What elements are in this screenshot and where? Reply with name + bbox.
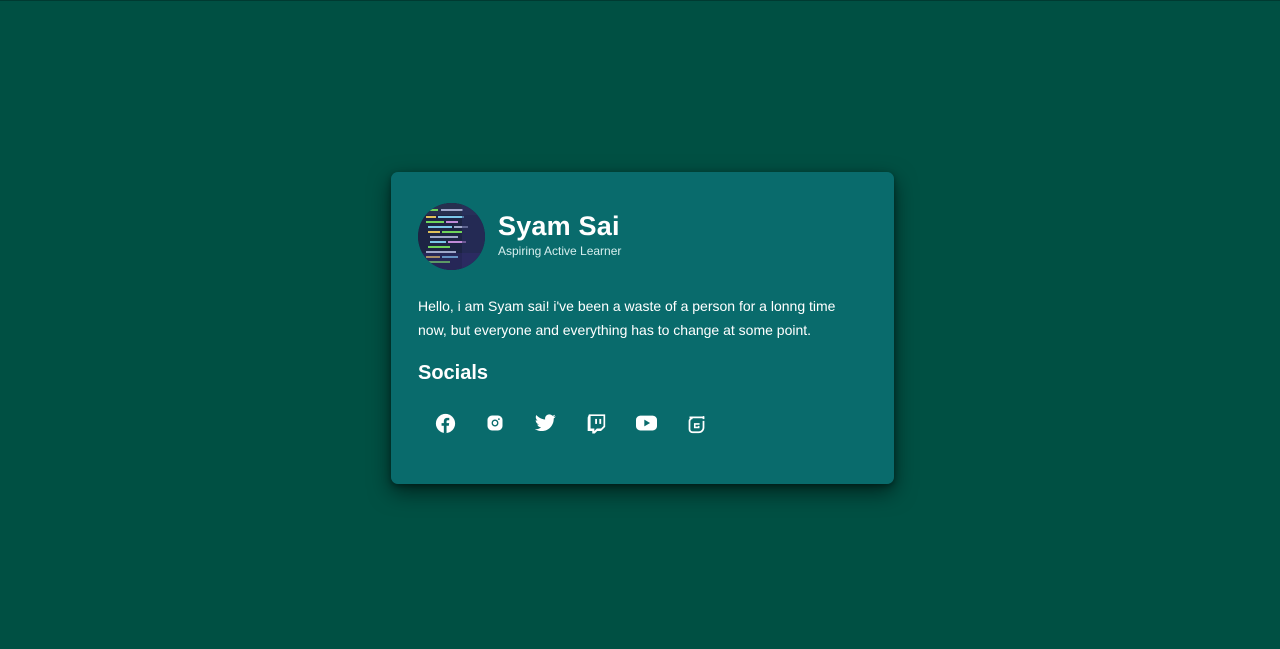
twitch-icon bbox=[587, 413, 606, 433]
youtube-link[interactable] bbox=[636, 412, 658, 434]
social-links bbox=[434, 412, 867, 434]
socials-heading: Socials bbox=[418, 362, 489, 384]
avatar bbox=[418, 203, 485, 270]
profile-header: Syam Sai Aspiring Active Learner bbox=[418, 203, 867, 270]
guilded-icon bbox=[689, 415, 705, 433]
guilded-link[interactable] bbox=[686, 412, 708, 434]
twitch-link[interactable] bbox=[585, 412, 607, 434]
top-border bbox=[0, 0, 1280, 1]
instagram-link[interactable] bbox=[484, 412, 506, 434]
twitter-icon bbox=[535, 414, 556, 432]
bio-text: Hello, i am Syam sai! i've been a waste … bbox=[418, 298, 836, 338]
twitter-link[interactable] bbox=[535, 412, 557, 434]
youtube-icon bbox=[636, 415, 658, 431]
profile-name: Syam Sai bbox=[498, 210, 620, 241]
instagram-icon bbox=[487, 415, 503, 431]
facebook-icon bbox=[435, 413, 455, 433]
facebook-link[interactable] bbox=[434, 412, 456, 434]
profile-card: Syam Sai Aspiring Active Learner Hello, … bbox=[391, 172, 894, 484]
profile-names: Syam Sai Aspiring Active Learner bbox=[498, 211, 622, 259]
profile-tagline: Aspiring Active Learner bbox=[498, 243, 622, 258]
